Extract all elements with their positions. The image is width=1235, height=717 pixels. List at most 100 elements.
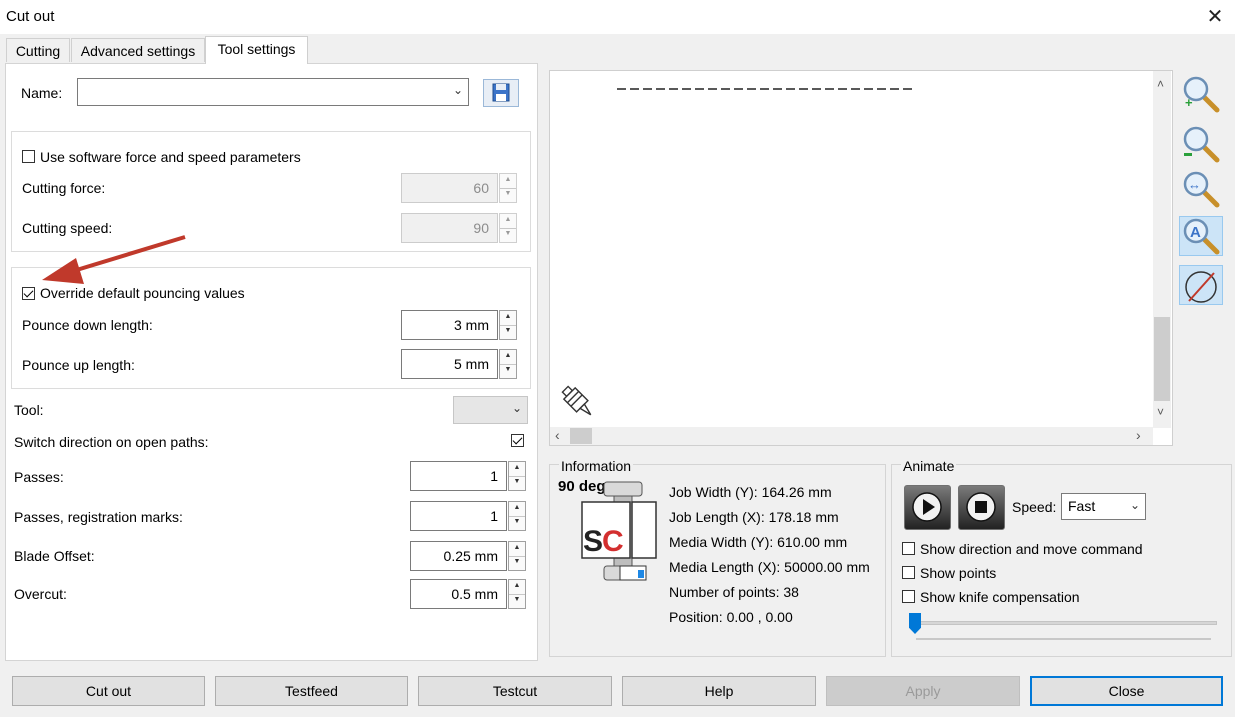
switch-direction-checkbox[interactable] [511, 434, 524, 447]
cutting-force-input[interactable]: 60 [401, 173, 498, 203]
help-button[interactable]: Help [622, 676, 816, 706]
speed-select[interactable]: Fast ⌄ [1061, 493, 1146, 520]
blade-offset-input[interactable]: 0.25 mm [410, 541, 507, 571]
testcut-button[interactable]: Testcut [418, 676, 612, 706]
tab-cutting[interactable]: Cutting [6, 38, 70, 62]
tab-tool-settings[interactable]: Tool settings [205, 36, 308, 64]
zoom-out-icon [1183, 126, 1220, 163]
cutting-speed-stepper[interactable]: ▲ ▼ [499, 213, 517, 243]
pounce-down-stepper[interactable]: ▲ ▼ [499, 310, 517, 340]
close-button[interactable]: Close [1030, 676, 1223, 706]
animation-slider-ticks [916, 638, 1211, 640]
reg-passes-input[interactable]: 1 [410, 501, 507, 531]
tool-label: Tool: [14, 402, 44, 418]
num-points-text: Number of points: 38 [669, 584, 799, 600]
knife-tool-icon [561, 385, 592, 416]
blade-offset-stepper[interactable]: ▲ ▼ [508, 541, 526, 571]
job-width-text: Job Width (Y): 164.26 mm [669, 484, 832, 500]
auto-zoom-icon: A [1183, 218, 1220, 255]
passes-input[interactable]: 1 [410, 461, 507, 491]
horizontal-scroll-thumb[interactable] [570, 428, 592, 444]
cutting-force-stepper[interactable]: ▲ ▼ [499, 173, 517, 203]
sc-logo-c: C [602, 525, 624, 558]
stop-button[interactable] [958, 485, 1005, 530]
show-direction-checkbox[interactable] [902, 542, 915, 555]
pounce-down-input[interactable]: 3 mm [401, 310, 498, 340]
show-points-label: Show points [920, 565, 997, 581]
show-points-checkbox[interactable] [902, 566, 915, 579]
sc-logo-s: S [583, 525, 603, 558]
vertical-scroll-thumb[interactable] [1154, 317, 1170, 401]
tool-combobox[interactable]: ⌄ [453, 396, 528, 424]
pounce-up-stepper[interactable]: ▲ ▼ [499, 349, 517, 379]
close-window-icon[interactable]: ✕ [1200, 2, 1230, 32]
scroll-up-icon[interactable]: ˄ [1157, 77, 1164, 91]
tab-advanced-settings[interactable]: Advanced settings [71, 38, 205, 62]
pounce-up-input[interactable]: 5 mm [401, 349, 498, 379]
zoom-fit-width-button[interactable]: ↔ [1179, 169, 1223, 209]
animate-title: Animate [901, 458, 957, 474]
speed-label: Speed: [1012, 499, 1057, 515]
preview-horizontal-scrollbar[interactable]: ‹ › [550, 427, 1153, 445]
overcut-stepper[interactable]: ▲ ▼ [508, 579, 526, 609]
chevron-down-icon: ⌄ [511, 401, 522, 415]
zoom-out-button[interactable] [1179, 124, 1223, 164]
preview-vertical-scrollbar[interactable]: ˄ ˅ [1153, 71, 1171, 428]
overcut-input[interactable]: 0.5 mm [410, 579, 507, 609]
cut-out-button[interactable]: Cut out [12, 676, 205, 706]
cutting-speed-input[interactable]: 90 [401, 213, 498, 243]
media-width-text: Media Width (Y): 610.00 mm [669, 534, 848, 550]
speed-value: Fast [1068, 498, 1096, 514]
show-knife-compensation-label: Show knife compensation [920, 589, 1080, 605]
preview-cut-path [617, 88, 915, 90]
chevron-down-icon: ⌄ [1129, 498, 1140, 512]
no-preview-button[interactable] [1179, 265, 1223, 305]
media-length-text: Media Length (X): 50000.00 mm [669, 559, 870, 575]
svg-text:+: + [1185, 95, 1193, 110]
name-label: Name: [21, 85, 63, 101]
show-direction-label: Show direction and move command [920, 541, 1143, 557]
zoom-in-button[interactable]: + [1179, 74, 1223, 114]
floppy-disk-icon [492, 83, 510, 102]
play-icon [912, 492, 942, 522]
apply-button[interactable]: Apply [826, 676, 1020, 706]
svg-text:A: A [1190, 224, 1201, 241]
stop-icon [966, 492, 996, 522]
passes-stepper[interactable]: ▲ ▼ [508, 461, 526, 491]
blade-offset-label: Blade Offset: [14, 548, 95, 564]
no-preview-icon [1185, 271, 1217, 303]
reg-passes-label: Passes, registration marks: [14, 509, 183, 525]
scroll-left-icon[interactable]: ‹ [555, 427, 560, 443]
red-arrow-annotation [42, 235, 186, 284]
software-params-label: Use software force and speed parameters [40, 149, 301, 165]
zoom-in-icon: + [1183, 76, 1220, 113]
position-text: Position: 0.00 , 0.00 [669, 609, 793, 625]
zoom-fit-width-icon: ↔ [1183, 171, 1220, 208]
switch-direction-label: Switch direction on open paths: [14, 434, 209, 450]
testfeed-button[interactable]: Testfeed [215, 676, 408, 706]
play-button[interactable] [904, 485, 951, 530]
overcut-label: Overcut: [14, 586, 67, 602]
pounce-up-label: Pounce up length: [22, 357, 135, 373]
job-length-text: Job Length (X): 178.18 mm [669, 509, 839, 525]
passes-label: Passes: [14, 469, 64, 485]
scroll-down-icon[interactable]: ˅ [1157, 405, 1164, 419]
title-bar: Cut out ✕ [0, 0, 1235, 34]
svg-text:↔: ↔ [1188, 177, 1201, 192]
window-title: Cut out [6, 8, 55, 25]
scroll-right-icon[interactable]: › [1136, 427, 1141, 443]
sc-logo: SC [583, 525, 624, 559]
reg-passes-stepper[interactable]: ▲ ▼ [508, 501, 526, 531]
show-knife-compensation-checkbox[interactable] [902, 590, 915, 603]
information-title: Information [559, 458, 634, 474]
animation-slider-track[interactable] [912, 621, 1217, 625]
cut-preview-canvas[interactable] [549, 70, 1173, 446]
name-combobox[interactable]: ⌄ [77, 78, 469, 106]
override-pouncing-checkbox[interactable] [22, 287, 35, 300]
software-params-checkbox[interactable] [22, 150, 35, 163]
auto-zoom-button[interactable]: A [1179, 216, 1223, 256]
pounce-down-label: Pounce down length: [22, 317, 153, 333]
chevron-down-icon: ⌄ [452, 83, 463, 97]
cutting-force-label: Cutting force: [22, 180, 106, 196]
save-preset-button[interactable] [483, 79, 519, 107]
